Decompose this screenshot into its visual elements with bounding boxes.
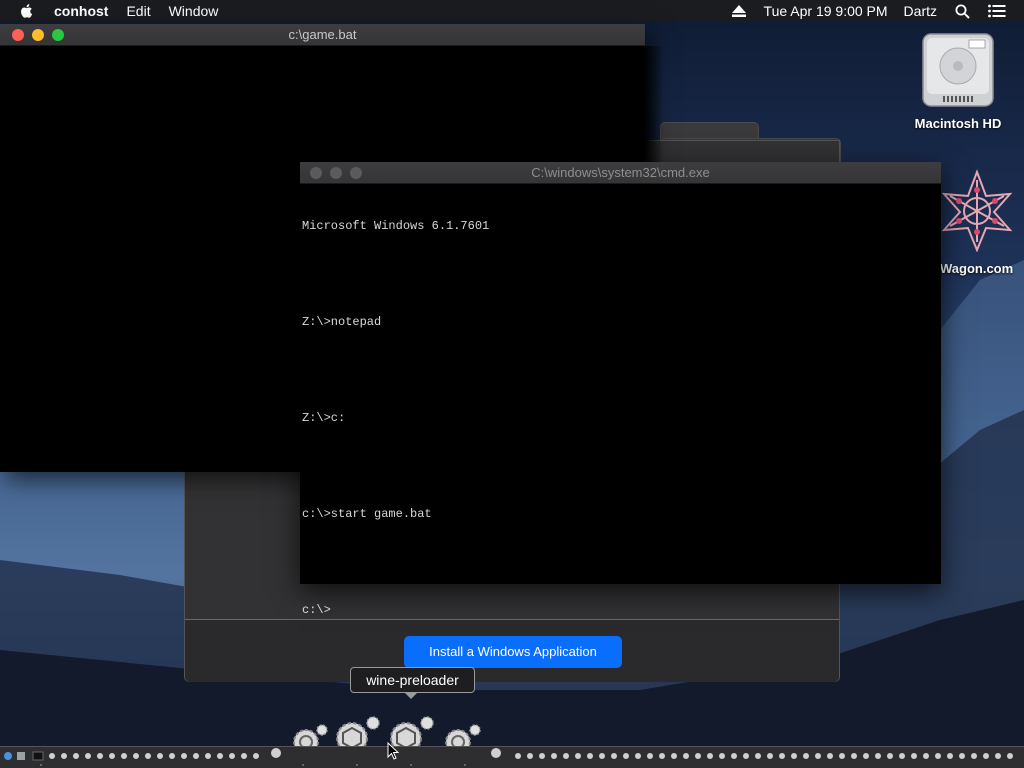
dock-small-gear-icons[interactable] <box>0 747 1024 768</box>
menu-user[interactable]: Dartz <box>904 3 937 19</box>
console-prompt[interactable]: c:\> <box>302 602 932 618</box>
window-titlebar[interactable]: c:\game.bat <box>0 24 645 46</box>
minimize-button[interactable] <box>330 167 342 179</box>
console-output[interactable]: Microsoft Windows 6.1.7601 ​ Z:\>notepad… <box>302 186 932 650</box>
desktop-icon-label: Wagon.com <box>940 261 1014 276</box>
mouse-cursor-icon <box>387 742 399 760</box>
desktop-icon-macintosh-hd[interactable]: Macintosh HD <box>906 30 1010 131</box>
console-line: c:\>start game.bat <box>302 507 432 521</box>
console-line: ​ <box>302 554 932 570</box>
desktop-icon-label: Macintosh HD <box>914 116 1002 131</box>
menu-window[interactable]: Window <box>169 0 219 22</box>
console-line: Z:\>notepad <box>302 315 382 329</box>
window-titlebar[interactable]: C:\windows\system32\cmd.exe <box>300 162 941 184</box>
window-title: c:\game.bat <box>288 27 357 42</box>
maximize-button[interactable] <box>350 167 362 179</box>
window-title: C:\windows\system32\cmd.exe <box>531 165 710 180</box>
menu-edit[interactable]: Edit <box>126 0 150 22</box>
cmd-window[interactable]: C:\windows\system32\cmd.exe Microsoft Wi… <box>300 162 941 617</box>
menu-clock[interactable]: Tue Apr 19 9:00 PM <box>764 3 888 19</box>
close-button[interactable] <box>12 29 24 41</box>
notification-center-icon[interactable] <box>988 4 1006 18</box>
eject-icon[interactable] <box>731 5 746 17</box>
console-line: Z:\>c: <box>302 411 346 425</box>
menu-app-name[interactable]: conhost <box>54 0 108 22</box>
maximize-button[interactable] <box>52 29 64 41</box>
menu-bar: conhost Edit Window Tue Apr 19 9:00 PM D… <box>0 0 1024 22</box>
desktop-icon-wagon[interactable]: Wagon.com <box>930 168 1024 276</box>
minimize-button[interactable] <box>32 29 44 41</box>
apple-icon[interactable] <box>18 2 36 20</box>
console-line: ​ <box>302 266 932 282</box>
console-line: Microsoft Windows 6.1.7601 <box>302 219 490 233</box>
spotlight-search-icon[interactable] <box>955 4 970 19</box>
close-button[interactable] <box>310 167 322 179</box>
dock[interactable] <box>0 746 1024 768</box>
dock-tooltip: wine-preloader <box>350 667 475 699</box>
console-line: ​ <box>302 458 932 474</box>
hard-drive-icon <box>922 33 994 107</box>
console-line: ​ <box>302 362 932 378</box>
wagon-snowflake-icon <box>941 169 1013 253</box>
